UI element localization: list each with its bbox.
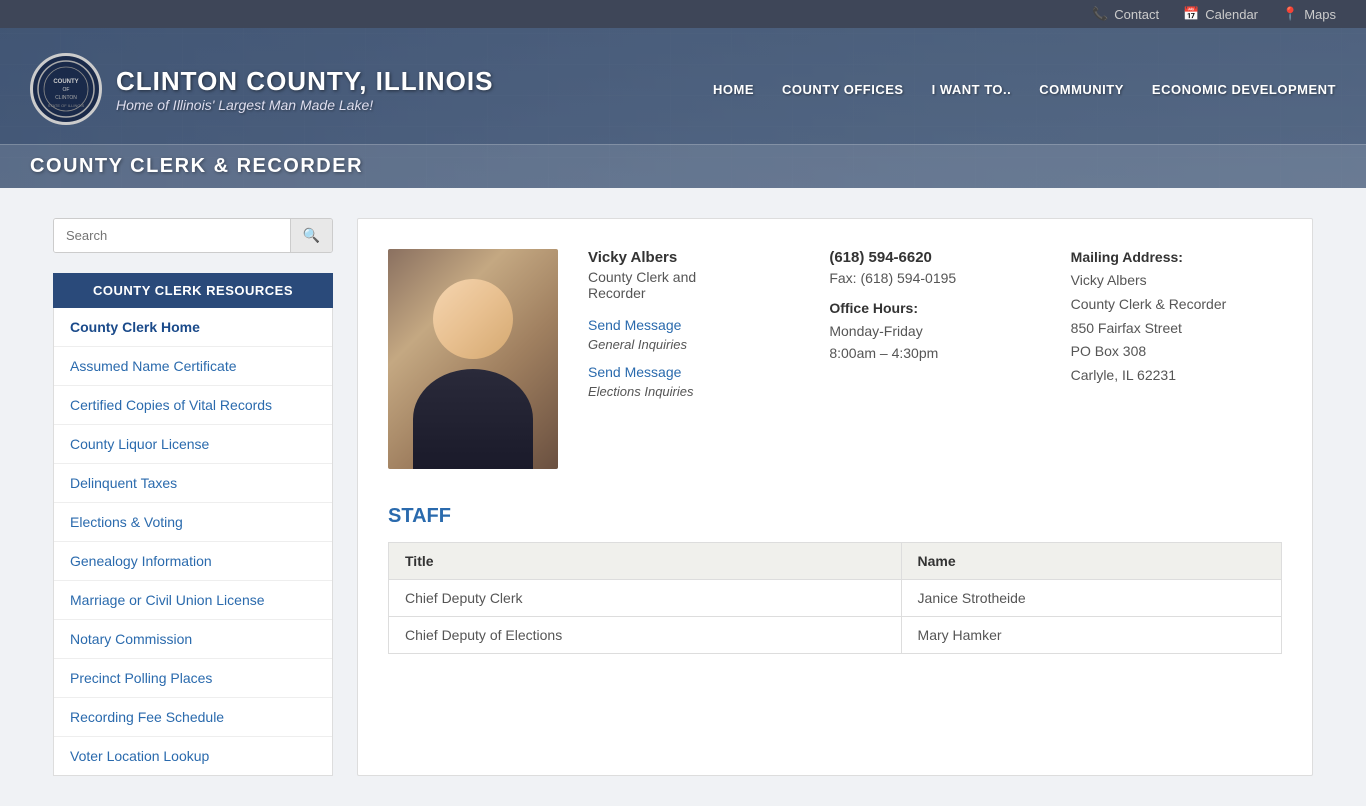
maps-label: Maps xyxy=(1304,7,1336,22)
sidebar-resources-header: COUNTY CLERK RESOURCES xyxy=(53,273,333,308)
logo-area: COUNTY OF CLINTON STATE OF ILLINOIS CLIN… xyxy=(30,53,493,125)
svg-text:OF: OF xyxy=(63,87,70,93)
send-message-general-link[interactable]: Send Message xyxy=(588,317,681,333)
site-title: CLINTON COUNTY, ILLINOIS xyxy=(116,66,493,97)
table-row: Chief Deputy ClerkJanice Strotheide xyxy=(389,580,1282,617)
mailing-address2: PO Box 308 xyxy=(1071,343,1147,359)
sidebar-item-elections[interactable]: Elections & Voting xyxy=(54,503,332,542)
content-wrapper: 🔍 COUNTY CLERK RESOURCES County Clerk Ho… xyxy=(33,188,1333,806)
staff-table-header: Title Name xyxy=(389,543,1282,580)
page-title-bar: COUNTY CLERK & RECORDER xyxy=(0,144,1366,188)
staff-name-cell: Mary Hamker xyxy=(901,617,1281,654)
staff-title: STAFF xyxy=(388,505,1282,528)
nav-i-want-to[interactable]: I WANT TO.. xyxy=(932,78,1012,101)
svg-text:STATE OF ILLINOIS: STATE OF ILLINOIS xyxy=(48,103,85,108)
calendar-link[interactable]: 📅 Calendar xyxy=(1183,6,1258,22)
profile-section: Vicky Albers County Clerk and Recorder S… xyxy=(388,249,1282,469)
mailing-city: Carlyle, IL 62231 xyxy=(1071,367,1176,383)
contact-label: Contact xyxy=(1114,7,1159,22)
sidebar-item-notary[interactable]: Notary Commission xyxy=(54,620,332,659)
elections-inquiries-label: Elections Inquiries xyxy=(588,384,799,399)
mailing-address1: 850 Fairfax Street xyxy=(1071,320,1182,336)
col-title: Title xyxy=(389,543,902,580)
svg-text:COUNTY: COUNTY xyxy=(53,79,78,85)
search-input[interactable] xyxy=(54,219,290,252)
office-hours-label: Office Hours: xyxy=(829,300,1040,316)
staff-title-cell: Chief Deputy Clerk xyxy=(389,580,902,617)
maps-icon: 📍 xyxy=(1282,6,1298,22)
staff-table: Title Name Chief Deputy ClerkJanice Stro… xyxy=(388,542,1282,654)
col-name: Name xyxy=(901,543,1281,580)
mailing-label: Mailing Address: xyxy=(1071,249,1282,265)
site-header: COUNTY OF CLINTON STATE OF ILLINOIS CLIN… xyxy=(0,28,1366,188)
nav-home[interactable]: HOME xyxy=(713,78,754,101)
profile-contact: (618) 594-6620 Fax: (618) 594-0195 Offic… xyxy=(829,249,1040,469)
sidebar-navigation: County Clerk Home Assumed Name Certifica… xyxy=(53,308,333,776)
staff-section: STAFF Title Name Chief Deputy ClerkJanic… xyxy=(388,505,1282,654)
profile-name: Vicky Albers xyxy=(588,249,799,266)
calendar-icon: 📅 xyxy=(1183,6,1199,22)
sidebar-item-voter-lookup[interactable]: Voter Location Lookup xyxy=(54,737,332,775)
phone-icon: 📞 xyxy=(1092,6,1108,22)
sidebar-item-recording-fee[interactable]: Recording Fee Schedule xyxy=(54,698,332,737)
profile-mailing: Mailing Address: Vicky Albers County Cle… xyxy=(1071,249,1282,469)
page-title: COUNTY CLERK & RECORDER xyxy=(30,155,1336,178)
sidebar-item-genealogy[interactable]: Genealogy Information xyxy=(54,542,332,581)
sidebar-item-vital-records[interactable]: Certified Copies of Vital Records xyxy=(54,386,332,425)
table-row: Chief Deputy of ElectionsMary Hamker xyxy=(389,617,1282,654)
main-content: Vicky Albers County Clerk and Recorder S… xyxy=(357,218,1313,776)
nav-county-offices[interactable]: COUNTY OFFICES xyxy=(782,78,904,101)
contact-link[interactable]: 📞 Contact xyxy=(1092,6,1159,22)
sidebar-item-home[interactable]: County Clerk Home xyxy=(54,308,332,347)
staff-name-cell: Janice Strotheide xyxy=(901,580,1281,617)
sidebar: 🔍 COUNTY CLERK RESOURCES County Clerk Ho… xyxy=(53,218,333,776)
calendar-label: Calendar xyxy=(1205,7,1258,22)
send-message-elections-link[interactable]: Send Message xyxy=(588,364,681,380)
general-inquiries-label: General Inquiries xyxy=(588,337,799,352)
sidebar-item-delinquent-taxes[interactable]: Delinquent Taxes xyxy=(54,464,332,503)
contact-phone: (618) 594-6620 xyxy=(829,249,1040,266)
search-button[interactable]: 🔍 xyxy=(290,219,332,252)
profile-info: Vicky Albers County Clerk and Recorder S… xyxy=(588,249,799,469)
nav-economic-development[interactable]: ECONOMIC DEVELOPMENT xyxy=(1152,78,1336,101)
contact-fax: Fax: (618) 594-0195 xyxy=(829,270,1040,286)
site-subtitle: Home of Illinois' Largest Man Made Lake! xyxy=(116,97,493,113)
profile-photo xyxy=(388,249,558,469)
search-icon: 🔍 xyxy=(303,227,320,243)
svg-text:CLINTON: CLINTON xyxy=(55,95,77,101)
office-hours-time: 8:00am – 4:30pm xyxy=(829,342,1040,364)
sidebar-item-precinct[interactable]: Precinct Polling Places xyxy=(54,659,332,698)
logo-text-area: CLINTON COUNTY, ILLINOIS Home of Illinoi… xyxy=(116,66,493,113)
county-seal: COUNTY OF CLINTON STATE OF ILLINOIS xyxy=(30,53,102,125)
main-navigation: HOME COUNTY OFFICES I WANT TO.. COMMUNIT… xyxy=(713,78,1336,101)
maps-link[interactable]: 📍 Maps xyxy=(1282,6,1336,22)
mailing-title: County Clerk & Recorder xyxy=(1071,296,1227,312)
sidebar-item-assumed-name[interactable]: Assumed Name Certificate xyxy=(54,347,332,386)
staff-title-cell: Chief Deputy of Elections xyxy=(389,617,902,654)
top-utility-bar: 📞 Contact 📅 Calendar 📍 Maps xyxy=(0,0,1366,28)
sidebar-item-liquor-license[interactable]: County Liquor License xyxy=(54,425,332,464)
nav-community[interactable]: COMMUNITY xyxy=(1039,78,1124,101)
search-box: 🔍 xyxy=(53,218,333,253)
office-hours-days: Monday-Friday xyxy=(829,320,1040,342)
profile-title: County Clerk and Recorder xyxy=(588,269,799,301)
mailing-name: Vicky Albers xyxy=(1071,272,1147,288)
sidebar-item-marriage-license[interactable]: Marriage or Civil Union License xyxy=(54,581,332,620)
